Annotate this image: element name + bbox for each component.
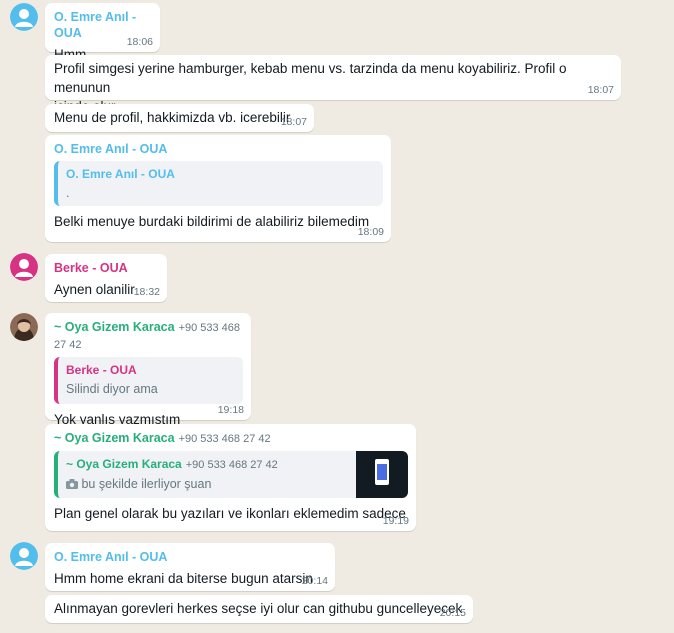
sender-name: O. Emre Anıl - OUA [54, 142, 168, 156]
profile-photo-icon [10, 313, 38, 341]
quoted-sender: O. Emre Anıl - OUA [66, 167, 175, 181]
phone-screenshot-preview [375, 459, 389, 485]
message-time: 19:19 [382, 515, 409, 527]
quoted-text-row: bu şekilde ilerliyor şuan [66, 475, 348, 493]
sender-name-text: ~ Oya Gizem Karaca [54, 320, 175, 334]
message-text: Alınmayan gorevleri herkes seçse iyi olu… [54, 601, 463, 616]
message-text: Hmm home ekrani da biterse bugun atarsin [54, 571, 313, 586]
avatar-emre[interactable] [10, 3, 38, 31]
quoted-sender: Berke - OUA [66, 363, 137, 377]
message-time: 18:07 [587, 84, 614, 96]
message-time: 20:14 [301, 575, 328, 587]
message-bubble[interactable]: ~ Oya Gizem Karaca +90 533 468 27 42 Berk… [45, 313, 251, 427]
sender-name-text: ~ Oya Gizem Karaca [54, 431, 175, 445]
default-user-icon [10, 3, 38, 31]
quoted-text: . [66, 186, 70, 200]
message-time: 20:15 [439, 607, 466, 619]
message-text: Profil simgesi yerine hamburger, kebab m… [54, 61, 567, 95]
message-time: 18:09 [357, 226, 384, 238]
message-bubble[interactable]: ~ Oya Gizem Karaca +90 533 468 27 42 ~ Oy… [45, 424, 416, 531]
message-time: 18:07 [280, 116, 307, 128]
sender-phone: +90 533 468 27 42 [178, 433, 271, 445]
quoted-message[interactable]: ~ Oya Gizem Karaca +90 533 468 27 42 bu ş… [54, 451, 408, 498]
default-user-icon [10, 542, 38, 570]
message-bubble[interactable]: Profil simgesi yerine hamburger, kebab m… [45, 55, 621, 114]
quoted-sender-name: ~ Oya Gizem Karaca [66, 457, 182, 471]
message-bubble[interactable]: O. Emre Anıl - OUA Hmm 18:06 [45, 3, 160, 62]
message-time: 18:32 [133, 286, 160, 298]
sender-name: Berke - OUA [54, 261, 128, 275]
sender-name: ~ Oya Gizem Karaca +90 533 468 27 42 [54, 319, 243, 353]
quoted-message[interactable]: O. Emre Anıl - OUA . [54, 161, 383, 206]
quoted-text: Silindi diyor ama [66, 382, 158, 396]
sender-name: ~ Oya Gizem Karaca +90 533 468 27 42 [54, 430, 408, 447]
message-text: Plan genel olarak bu yazıları ve ikonlar… [54, 506, 406, 521]
quoted-text: bu şekilde ilerliyor şuan [81, 477, 212, 491]
message-text: Belki menuye burdaki bildirimi de alabil… [54, 214, 370, 229]
camera-icon [66, 479, 78, 489]
message-bubble[interactable]: Berke - OUA Aynen olanilir 18:32 [45, 254, 167, 302]
chat-area: O. Emre Anıl - OUA Hmm 18:06 Profil simg… [0, 0, 674, 633]
quoted-sender: ~ Oya Gizem Karaca +90 533 468 27 42 [66, 457, 348, 473]
avatar-oya[interactable] [10, 313, 38, 341]
message-text: Menu de profil, hakkimizda vb. icerebili… [54, 110, 291, 125]
quoted-message[interactable]: Berke - OUA Silindi diyor ama [54, 357, 243, 404]
default-user-icon [10, 253, 38, 281]
message-bubble[interactable]: Menu de profil, hakkimizda vb. icerebili… [45, 104, 314, 132]
image-thumbnail[interactable] [356, 451, 408, 498]
sender-name: O. Emre Anıl - OUA [54, 550, 168, 564]
avatar-emre[interactable] [10, 542, 38, 570]
message-bubble[interactable]: Alınmayan gorevleri herkes seçse iyi olu… [45, 595, 473, 623]
avatar-berke[interactable] [10, 253, 38, 281]
message-time: 18:06 [126, 36, 153, 48]
message-bubble[interactable]: O. Emre Anıl - OUA O. Emre Anıl - OUA . … [45, 135, 391, 242]
message-time: 19:18 [217, 404, 244, 416]
quoted-sender-phone: +90 533 468 27 42 [185, 459, 278, 471]
message-bubble[interactable]: O. Emre Anıl - OUA Hmm home ekrani da bi… [45, 543, 335, 591]
